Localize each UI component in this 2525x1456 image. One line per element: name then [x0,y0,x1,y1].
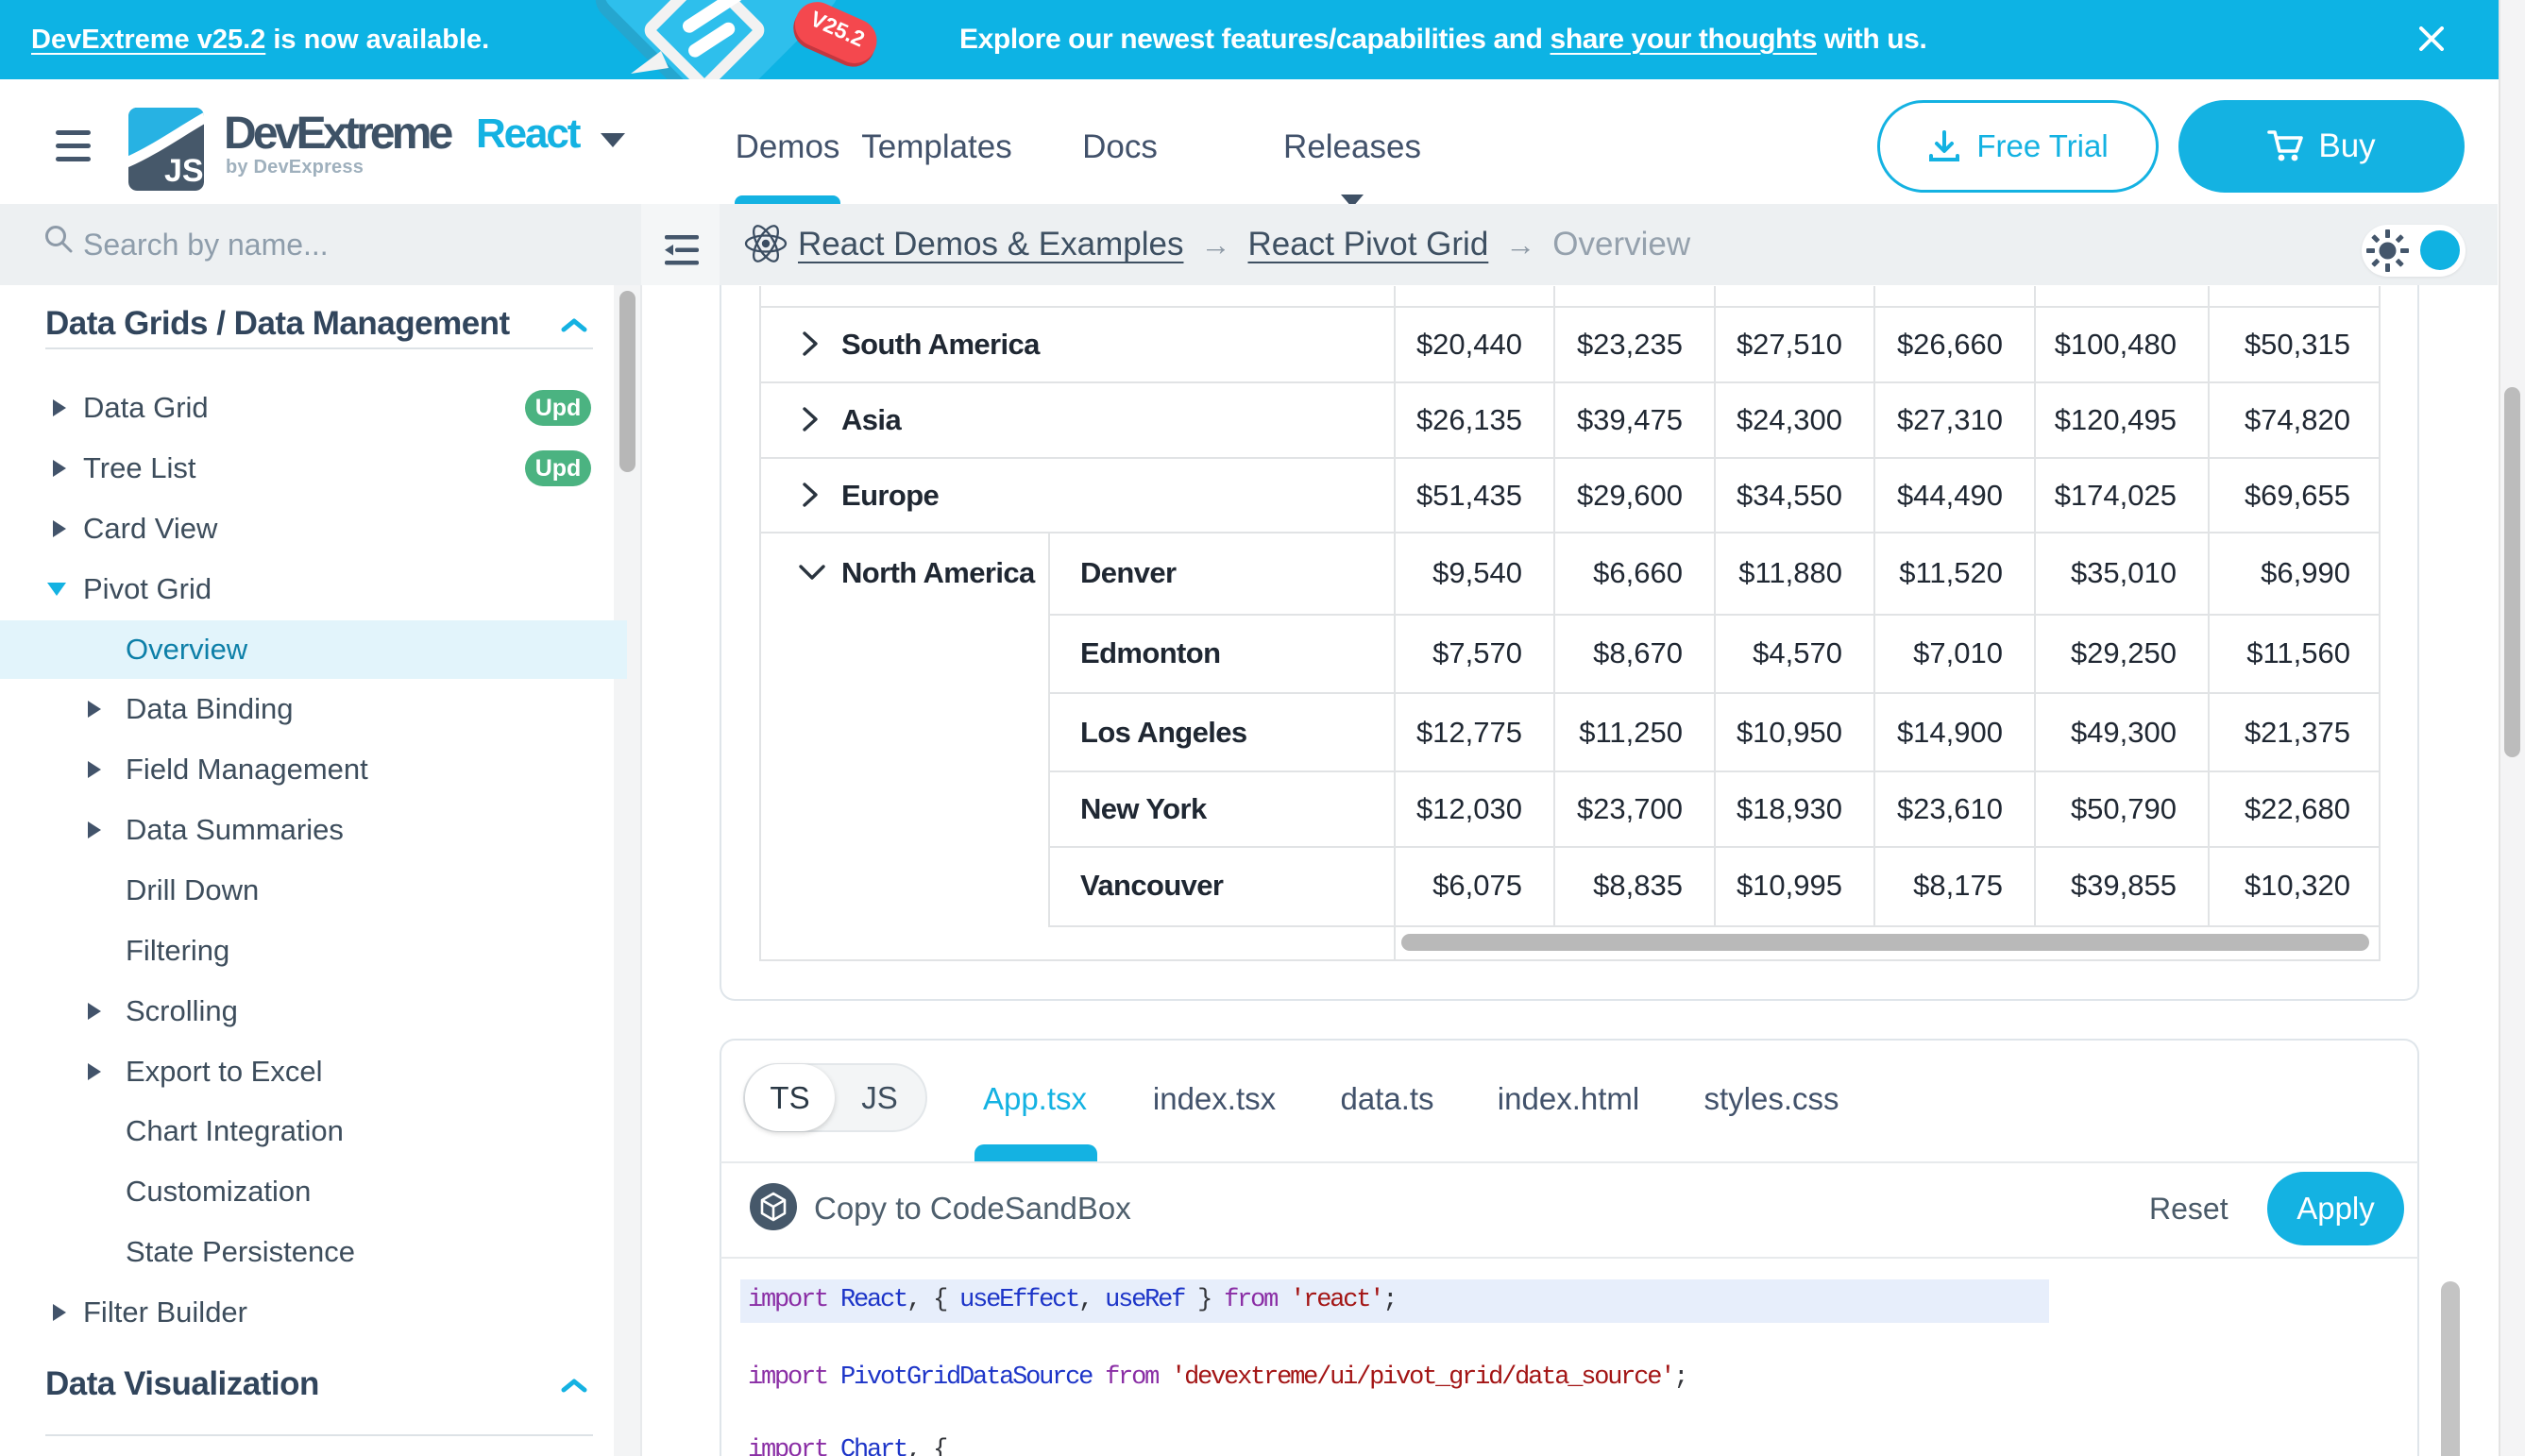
svg-text:JS: JS [164,153,204,189]
